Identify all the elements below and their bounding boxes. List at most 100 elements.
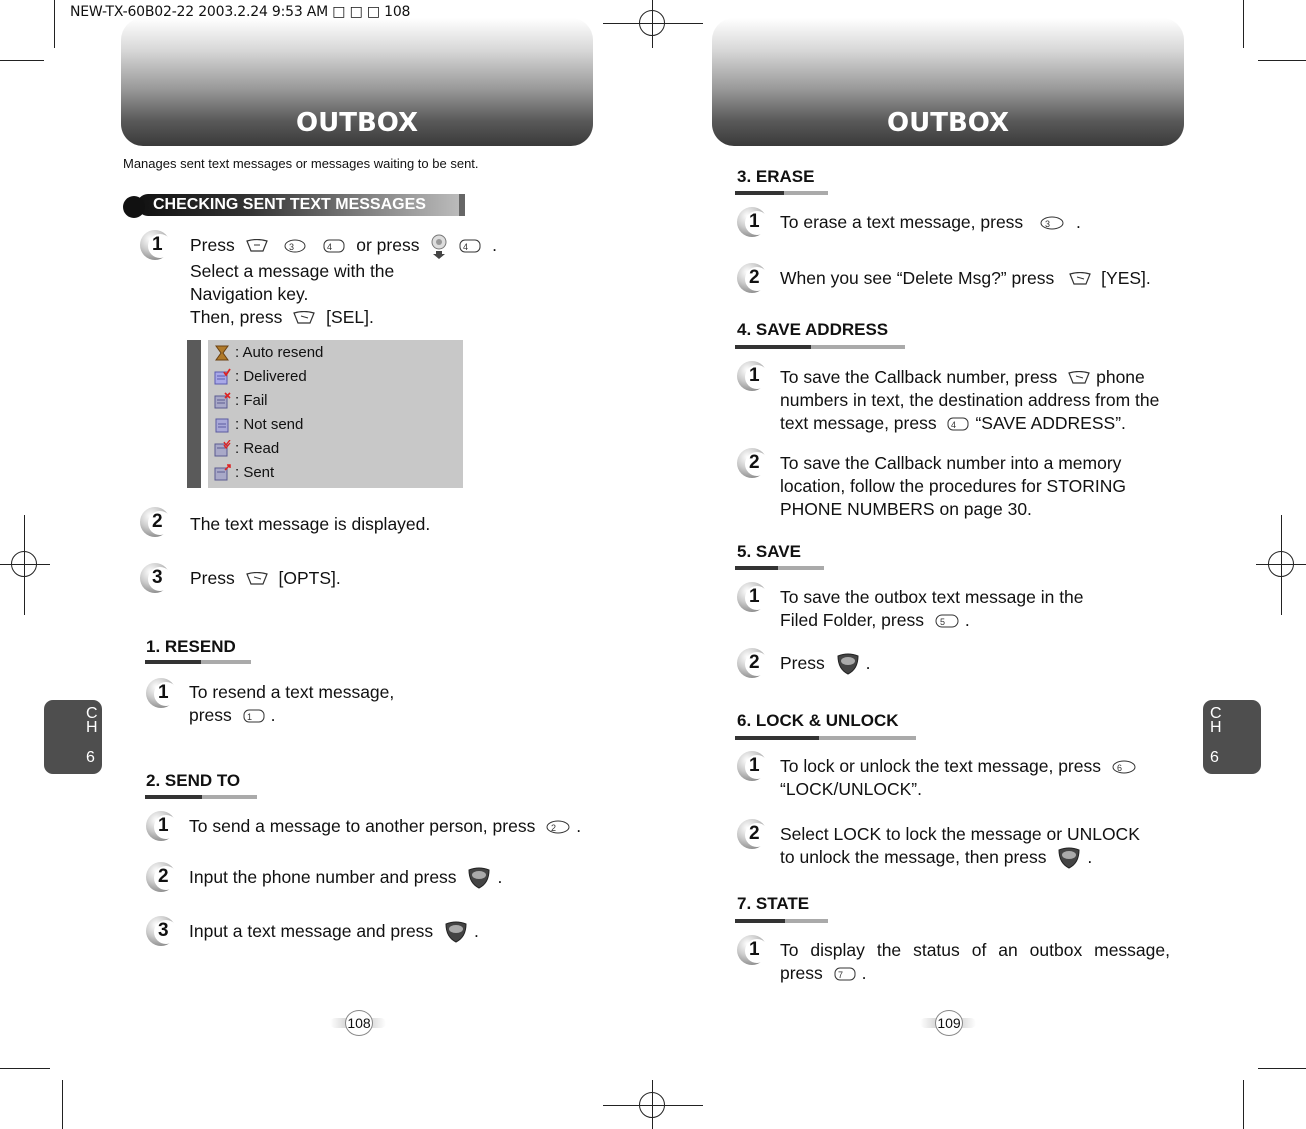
step-text: To send a message to another person, pre… xyxy=(189,816,582,836)
step-number: 3 xyxy=(140,563,172,593)
step-text: Press 3 4 or press 4 . Select a message … xyxy=(190,234,497,327)
crop-mark xyxy=(62,1080,63,1129)
ok-key-icon xyxy=(1058,847,1080,869)
subsection-underline xyxy=(735,566,824,570)
step-number: 1 xyxy=(737,751,769,781)
key-4-icon: 4 xyxy=(323,239,345,253)
left-page-banner: OUTBOX xyxy=(121,18,593,146)
step-text: To display the status of an outbox messa… xyxy=(780,940,1170,983)
key-4-icon: 4 xyxy=(947,417,969,431)
svg-text:3: 3 xyxy=(1045,219,1050,229)
right-page-banner: OUTBOX xyxy=(712,18,1184,146)
legend-item: : Read xyxy=(213,437,279,461)
step-text: To erase a text message, press 3. xyxy=(780,212,1081,232)
step-text: Press [OPTS]. xyxy=(190,568,341,588)
subsection-title: 2. SEND TO xyxy=(146,771,241,790)
page-number: 109 xyxy=(920,1010,976,1036)
page-title: OUTBOX xyxy=(887,108,1009,138)
key-3-icon: 3 xyxy=(284,239,306,253)
step-number: 1 xyxy=(737,582,769,612)
key-1-icon: 1 xyxy=(243,709,265,723)
legend-item: : Delivered xyxy=(213,365,307,389)
legend-item: : Fail xyxy=(213,389,268,413)
svg-text:3: 3 xyxy=(289,242,294,252)
crop-mark xyxy=(1258,60,1306,61)
chapter-tab: C H 6 xyxy=(1203,700,1261,774)
ok-key-icon xyxy=(468,867,490,889)
step-number: 1 xyxy=(146,811,178,841)
key-3-icon: 3 xyxy=(1040,216,1064,230)
legend-item: : Sent xyxy=(213,461,274,485)
page-title: OUTBOX xyxy=(296,108,418,138)
ok-key-icon xyxy=(837,653,859,675)
step-text: To save the outbox text message in the F… xyxy=(780,587,1084,630)
subsection-underline xyxy=(145,795,257,799)
subsection-underline xyxy=(735,919,828,923)
step-text: To lock or unlock the text message, pres… xyxy=(780,755,1200,801)
step-text: Input a text message and press . xyxy=(189,920,479,943)
legend-item: : Not send xyxy=(213,413,303,437)
step-text: The text message is displayed. xyxy=(190,514,431,534)
step-number: 2 xyxy=(737,448,769,478)
key-7-icon: 7 xyxy=(834,967,856,981)
right-soft-key-icon xyxy=(1069,272,1091,285)
step-number: 1 xyxy=(737,207,769,237)
subsection-underline xyxy=(145,660,251,664)
subsection-title: 1. RESEND xyxy=(146,637,236,656)
message-fail-icon xyxy=(214,392,231,409)
right-soft-key-icon xyxy=(293,311,316,324)
key-6-icon: 6 xyxy=(1112,760,1136,774)
step-number: 1 xyxy=(737,935,769,965)
status-icon-legend: : Auto resend : Delivered : Fail : Not s… xyxy=(187,340,463,488)
step-text: To save the Callback number, press phone… xyxy=(780,367,1160,433)
message-delivered-icon xyxy=(214,368,231,385)
subsection-underline xyxy=(735,736,916,740)
crop-mark xyxy=(0,60,44,61)
navigation-key-down-icon xyxy=(431,234,447,259)
legend-item: : Auto resend xyxy=(213,341,323,365)
step-number: 2 xyxy=(737,648,769,678)
page-number: 108 xyxy=(330,1010,386,1036)
message-sent-icon xyxy=(214,464,231,481)
right-soft-key-icon xyxy=(1068,371,1090,384)
step-text: Input the phone number and press . xyxy=(189,866,502,889)
svg-text:4: 4 xyxy=(327,242,332,252)
section-header: CHECKING SENT TEXT MESSAGES xyxy=(123,194,465,218)
crop-mark xyxy=(1243,0,1244,48)
svg-text:2: 2 xyxy=(551,823,556,833)
ok-key-icon xyxy=(445,921,467,943)
step-number: 1 xyxy=(146,678,178,708)
chapter-tab: C H 6 xyxy=(44,700,102,774)
menu-soft-key-icon xyxy=(245,239,268,252)
key-5-icon: 5 xyxy=(935,614,959,628)
step-number: 1 xyxy=(737,361,769,391)
step-number: 3 xyxy=(146,916,178,946)
intro-text: Manages sent text messages or messages w… xyxy=(123,156,479,171)
svg-text:5: 5 xyxy=(940,617,945,627)
message-not-send-icon xyxy=(215,418,229,433)
crop-mark xyxy=(1258,1068,1306,1069)
svg-text:7: 7 xyxy=(838,970,843,980)
crop-mark xyxy=(1243,1080,1244,1129)
svg-text:4: 4 xyxy=(951,420,956,430)
subsection-title: 3. ERASE xyxy=(737,167,815,186)
step-text: Select LOCK to lock the message or UNLOC… xyxy=(780,823,1200,869)
section-title: CHECKING SENT TEXT MESSAGES xyxy=(153,196,426,213)
step-text: To save the Callback number into a memor… xyxy=(780,453,1126,519)
subsection-title: 4. SAVE ADDRESS xyxy=(737,320,889,339)
svg-text:6: 6 xyxy=(1117,763,1122,773)
subsection-underline xyxy=(735,191,828,195)
step-number: 2 xyxy=(146,862,178,892)
step-text: Press . xyxy=(780,652,870,675)
key-4-icon: 4 xyxy=(459,239,481,253)
message-read-icon xyxy=(214,440,231,457)
key-2-icon: 2 xyxy=(546,820,570,834)
subsection-title: 7. STATE xyxy=(737,894,810,913)
step-text: When you see “Delete Msg?” press [YES]. xyxy=(780,268,1151,288)
subsection-title: 5. SAVE xyxy=(737,542,801,561)
step-number: 1 xyxy=(140,230,172,260)
svg-text:4: 4 xyxy=(463,242,468,252)
hourglass-icon xyxy=(215,345,229,361)
step-number: 2 xyxy=(140,507,172,537)
step-number: 2 xyxy=(737,819,769,849)
